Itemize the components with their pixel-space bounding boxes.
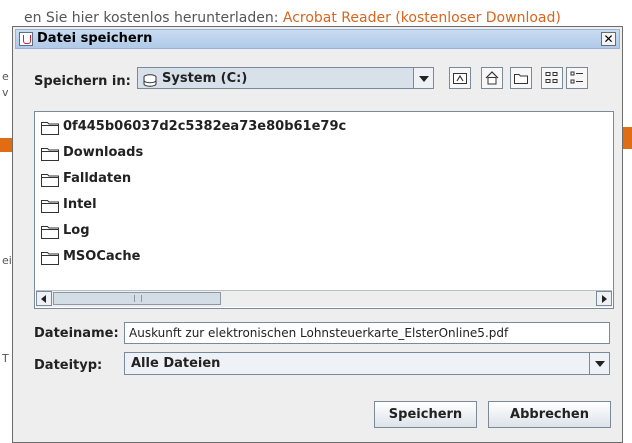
background-orange-bar — [0, 138, 12, 152]
home-button[interactable] — [481, 67, 503, 89]
file-name: Intel — [63, 197, 97, 212]
details-view-icon — [570, 71, 583, 84]
filename-label: Dateiname: — [34, 326, 119, 341]
cancel-button[interactable]: Abbrechen — [488, 401, 611, 428]
close-button[interactable]: ✕ — [601, 32, 616, 46]
list-view-button[interactable] — [541, 67, 563, 89]
folder-icon — [41, 148, 59, 161]
up-folder-button[interactable] — [449, 67, 471, 89]
file-name: Falldaten — [63, 171, 132, 186]
chevron-down-icon[interactable] — [589, 353, 609, 374]
drive-icon — [143, 72, 157, 91]
folder-icon — [41, 200, 59, 213]
file-name: Log — [63, 223, 90, 238]
scrollbar-thumb[interactable] — [53, 292, 221, 305]
scroll-right-button[interactable] — [596, 291, 612, 306]
background-fragment: T — [2, 352, 9, 365]
up-folder-icon — [453, 73, 467, 84]
filetype-combo[interactable]: Alle Dateien — [124, 352, 610, 375]
save-button[interactable]: Speichern — [374, 401, 477, 428]
save-in-label: Speichern in: — [34, 74, 131, 89]
file-name: MSOCache — [63, 249, 141, 264]
background-text: en Sie hier kostenlos herunterladen: Acr… — [24, 10, 561, 26]
new-folder-icon — [514, 74, 528, 84]
folder-icon — [41, 252, 59, 265]
save-file-dialog: Datei speichern ✕ Speichern in: System (… — [12, 26, 623, 443]
scroll-left-button[interactable] — [36, 291, 52, 306]
save-in-value: System (C:) — [162, 71, 248, 86]
details-view-button[interactable] — [566, 67, 588, 89]
background-fragment: e — [2, 70, 9, 83]
java-cup-icon — [19, 32, 33, 46]
home-icon — [485, 71, 499, 85]
horizontal-scrollbar[interactable] — [36, 290, 612, 307]
folder-icon — [41, 174, 59, 187]
save-in-combo[interactable]: System (C:) — [137, 67, 434, 89]
acrobat-download-link[interactable]: Acrobat Reader (kostenloser Download) — [283, 10, 561, 26]
filetype-label: Dateityp: — [34, 358, 103, 373]
title-bar[interactable]: Datei speichern ✕ — [15, 29, 620, 49]
new-folder-button[interactable] — [510, 67, 532, 89]
filename-input[interactable]: Auskunft zur elektronischen Lohnsteuerka… — [124, 322, 610, 344]
list-view-icon — [545, 72, 558, 83]
file-list[interactable]: 0f445b06037d2c5382ea73e80b61e79c Downloa… — [34, 111, 614, 309]
background-fragment: ei — [2, 254, 12, 267]
folder-icon — [41, 226, 59, 239]
folder-icon — [41, 122, 59, 135]
background-orange-bar — [623, 127, 632, 149]
dialog-title: Datei speichern — [37, 31, 153, 46]
chevron-down-icon[interactable] — [413, 68, 433, 88]
background-fragment: v — [2, 86, 9, 99]
file-name: 0f445b06037d2c5382ea73e80b61e79c — [63, 119, 347, 134]
file-name: Downloads — [63, 145, 144, 160]
filetype-value: Alle Dateien — [131, 356, 221, 371]
